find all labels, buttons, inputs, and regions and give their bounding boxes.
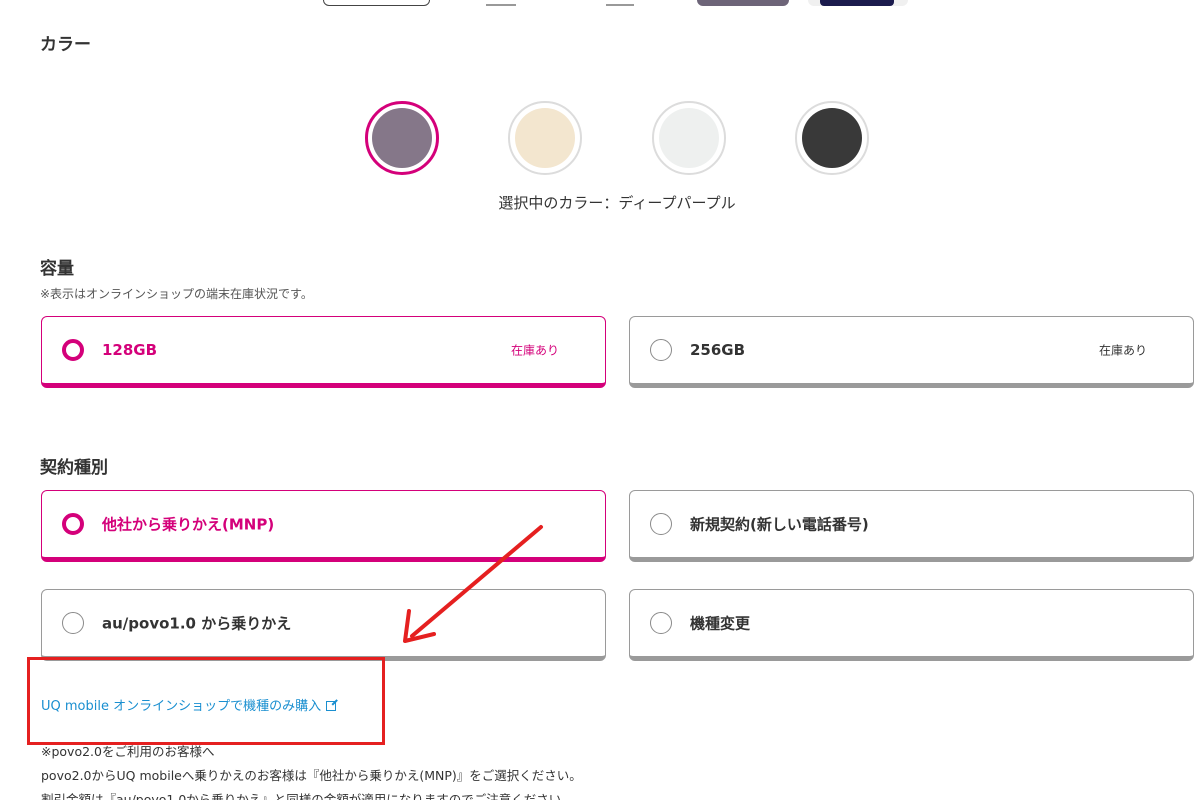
stock-status: 在庫あり — [510, 343, 559, 358]
swatch-color — [515, 108, 575, 168]
contract-label: 他社から乗りかえ(MNP) — [102, 515, 275, 534]
annotation-highlight-box — [27, 657, 385, 745]
radio-icon — [650, 339, 672, 361]
capacity-label: 256GB — [690, 341, 746, 359]
contract-label: 機種変更 — [690, 614, 751, 633]
contract-section-title: 契約種別 — [40, 458, 108, 478]
radio-selected-icon — [62, 339, 84, 361]
radio-icon — [650, 513, 672, 535]
stock-status: 在庫あり — [1098, 343, 1147, 358]
contract-label: au/povo1.0 から乗りかえ — [102, 614, 292, 633]
product-thumbnail[interactable] — [323, 0, 430, 6]
product-thumbnail[interactable] — [606, 0, 634, 6]
contract-option-au-povo[interactable]: au/povo1.0 から乗りかえ — [41, 589, 606, 661]
capacity-section-title: 容量 — [40, 259, 74, 279]
contract-label: 新規契約(新しい電話番号) — [690, 515, 869, 534]
color-swatch-white[interactable] — [652, 101, 726, 175]
radio-selected-icon — [62, 513, 84, 535]
capacity-option-256gb[interactable]: 256GB 在庫あり — [629, 316, 1194, 388]
product-thumbnail[interactable] — [697, 0, 789, 6]
product-thumbnail[interactable] — [808, 0, 908, 6]
color-section-title: カラー — [40, 35, 91, 55]
color-swatch-cream[interactable] — [508, 101, 582, 175]
selected-color-label: 選択中のカラー：ディープパープル — [498, 194, 736, 212]
thumbnail-image — [820, 0, 894, 6]
contract-option-mnp[interactable]: 他社から乗りかえ(MNP) — [41, 490, 606, 562]
contract-option-new[interactable]: 新規契約(新しい電話番号) — [629, 490, 1194, 562]
capacity-option-128gb[interactable]: 128GB 在庫あり — [41, 316, 606, 388]
povo-note-line: 割引金額は『au/povo1.0から乗りかえ』と同様の金額が適用になりますのでご… — [41, 792, 574, 800]
capacity-label: 128GB — [102, 341, 158, 359]
color-swatch-deep-purple[interactable] — [365, 101, 439, 175]
radio-icon — [62, 612, 84, 634]
stock-note: ※表示はオンラインショップの端末在庫状況です。 — [40, 287, 313, 301]
color-swatch-black[interactable] — [795, 101, 869, 175]
povo-note-line: povo2.0からUQ mobileへ乗りかえのお客様は『他社から乗りかえ(MN… — [41, 768, 582, 783]
product-thumbnail[interactable] — [486, 0, 516, 6]
swatch-color — [659, 108, 719, 168]
contract-option-device-change[interactable]: 機種変更 — [629, 589, 1194, 661]
swatch-color — [802, 108, 862, 168]
radio-icon — [650, 612, 672, 634]
swatch-color — [372, 108, 432, 168]
page: カラー 選択中のカラー：ディープパープル 容量 ※表示はオンラインショップの端末… — [0, 0, 1200, 800]
